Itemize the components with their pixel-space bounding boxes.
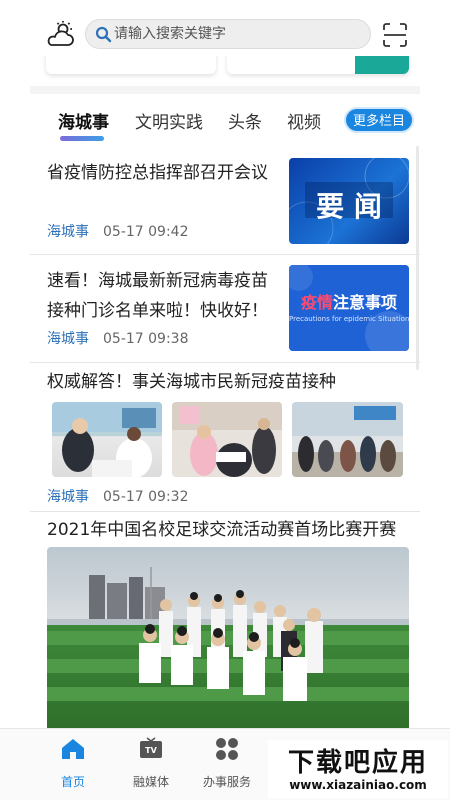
watermark-url: www.xiazainiao.com [289,778,427,792]
scrollbar[interactable] [416,146,419,370]
nav-media[interactable]: TV 融媒体 [116,737,186,790]
news-time: 05-17 09:42 [103,224,189,240]
category-tabs: 海城事 文明实践 头条 视频 更多栏目 [0,100,450,144]
nav-home[interactable]: 首页 [38,737,108,790]
thumb-subtext: Precautions for epidemic Situation [289,315,409,323]
tab-toutiao[interactable]: 头条 [228,108,262,133]
grid-icon [216,738,238,760]
news-time: 05-17 09:32 [103,489,189,505]
tab-haichengshi[interactable]: 海城事 [58,108,109,133]
active-tab-indicator [60,136,104,141]
watermark: 下载吧应用 www.xiazainiao.com [268,740,448,798]
vaccination-photo [52,402,162,477]
news-source[interactable]: 海城事 [47,489,89,505]
vaccination-photo [292,402,403,477]
card-accent [355,56,409,74]
nav-label: 融媒体 [132,775,169,789]
nav-label: 办事服务 [202,775,251,789]
search-input[interactable] [114,23,354,45]
news-photo [292,402,403,477]
nav-services[interactable]: 办事服务 [192,737,262,790]
news-thumbnail: 要 闻 [289,158,409,244]
thumb-text: 疫情注意事项 [300,293,398,312]
news-photo [172,402,282,477]
divider [30,511,420,512]
divider [30,254,420,255]
news-photo [47,547,409,728]
news-photo [52,402,162,477]
news-title: 省疫情防控总指挥部召开会议 [47,163,268,183]
nav-label: 首页 [60,775,85,789]
svg-text:TV: TV [145,746,157,755]
home-icon [62,739,84,759]
news-meta: 海城事 05-17 09:32 [47,486,188,506]
section-divider [30,86,420,94]
news-meta: 海城事 05-17 09:38 [47,328,188,348]
weather-icon[interactable] [44,20,76,48]
watermark-title: 下载吧应用 [287,748,428,778]
more-columns-button[interactable]: 更多栏目 [344,107,414,133]
top-bar [0,0,450,62]
banner-card[interactable] [227,56,409,74]
news-source[interactable]: 海城事 [47,331,89,347]
football-team-photo [47,547,409,728]
tab-video[interactable]: 视频 [287,108,321,133]
news-meta: 海城事 05-17 09:42 [47,221,188,241]
news-title: 2021年中国名校足球交流活动赛首场比赛开赛 [47,520,397,540]
vaccination-photo [172,402,282,477]
news-title-line: 速看！海城最新新冠病毒疫苗 [47,271,268,291]
news-title-line: 接种门诊名单来啦！快收好！ [47,301,268,321]
thumb-text-highlight: 疫情 [300,293,333,312]
tv-icon: TV [140,737,162,758]
banner-card[interactable] [46,56,216,74]
divider [30,362,420,363]
scan-icon[interactable] [382,22,408,48]
news-time: 05-17 09:38 [103,331,189,347]
search-icon [95,26,112,43]
news-title: 权威解答！事关海城市民新冠疫苗接种 [47,372,336,392]
news-source[interactable]: 海城事 [47,224,89,240]
search-bar[interactable] [85,19,371,49]
thumb-text: 要 闻 [316,190,382,223]
news-thumbnail: 疫情注意事项 Precautions for epidemic Situatio… [289,265,409,351]
tab-wenming[interactable]: 文明实践 [135,108,203,133]
banner-cards [0,56,450,86]
